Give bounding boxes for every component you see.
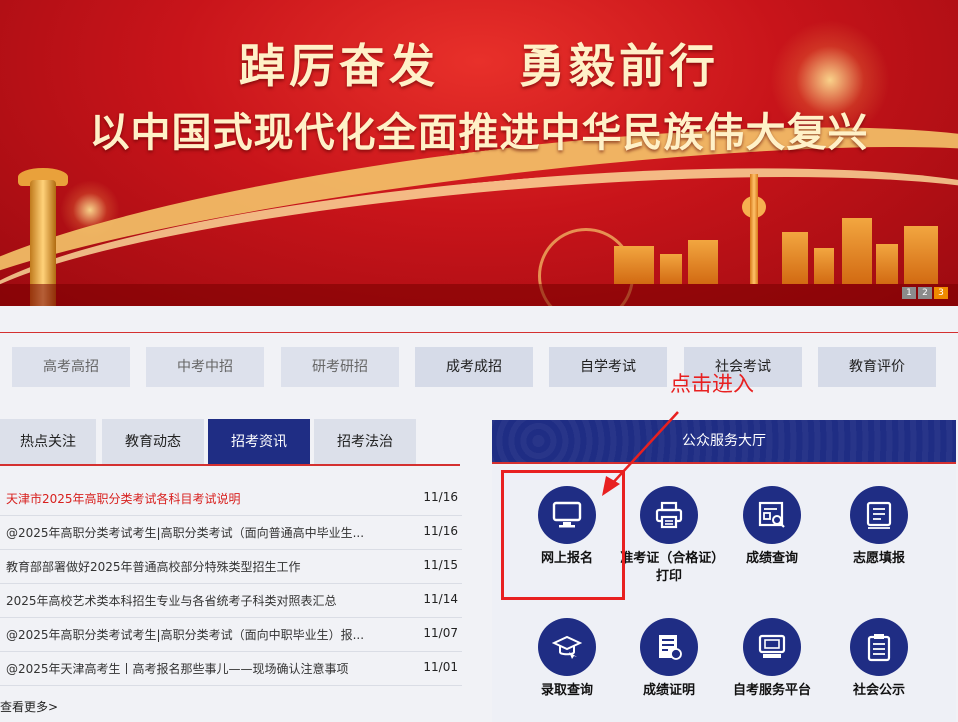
news-item[interactable]: 教育部部署做好2025年普通高校部分特殊类型招生工作 11/15 [0, 550, 462, 584]
banner-slogan-line1: 踔厉奋发 勇毅前行 [238, 39, 720, 93]
news-item[interactable]: @2025年高职分类考试考生|高职分类考试（面向普通高中毕业生... 11/16 [0, 516, 462, 550]
service-label: 志愿填报 [852, 551, 905, 566]
news-date: 11/01 [423, 660, 458, 674]
news-title[interactable]: @2025年天津高考生丨高考报名那些事儿——现场确认注意事项 [6, 660, 396, 677]
score-search-icon [743, 486, 801, 544]
news-title[interactable]: @2025年高职分类考试考生|高职分类考试（面向普通高中毕业生... [6, 524, 396, 541]
hero-banner[interactable]: 踔厉奋发 勇毅前行 以中国式现代化全面推进中华民族伟大复兴 1 2 3 [0, 0, 958, 306]
view-more-link[interactable]: 查看更多> [0, 698, 58, 715]
news-title[interactable]: @2025年高职分类考试考生|高职分类考试（面向中职毕业生）报... [6, 626, 396, 643]
graduation-cap-icon [538, 618, 596, 676]
form-fill-icon [850, 486, 908, 544]
service-label: 成绩查询 [745, 551, 798, 566]
news-item[interactable]: @2025年天津高考生丨高考报名那些事儿——现场确认注意事项 11/01 [0, 652, 462, 686]
service-score-query[interactable]: 成绩查询 [722, 486, 822, 568]
service-label: 自考服务平台 [732, 683, 811, 698]
category-yankao-button[interactable]: 研考研招 [281, 347, 399, 387]
category-pingjia-button[interactable]: 教育评价 [818, 347, 936, 387]
tab-admission-law[interactable]: 招考法治 [314, 419, 416, 465]
news-date: 11/14 [423, 592, 458, 606]
news-date: 11/07 [423, 626, 458, 640]
slide-dot-1[interactable]: 1 [902, 287, 916, 299]
news-date: 11/16 [423, 490, 458, 504]
service-public-notice[interactable]: 社会公示 [829, 618, 929, 700]
tab-education-news[interactable]: 教育动态 [102, 419, 204, 465]
category-chengkao-button[interactable]: 成考成招 [415, 347, 533, 387]
news-title[interactable]: 2025年高校艺术类本科招生专业与各省统考子科类对照表汇总 [6, 592, 396, 609]
certificate-icon [640, 618, 698, 676]
news-item[interactable]: 2025年高校艺术类本科招生专业与各省统考子科类对照表汇总 11/14 [0, 584, 462, 618]
news-date: 11/16 [423, 524, 458, 538]
news-item[interactable]: 天津市2025年高职分类考试各科目考试说明 11/16 [0, 482, 462, 516]
banner-bottom-strip [0, 284, 958, 306]
computer-platform-icon [743, 618, 801, 676]
news-title[interactable]: 天津市2025年高职分类考试各科目考试说明 [6, 490, 396, 507]
slide-dot-3[interactable]: 3 [934, 287, 948, 299]
news-title[interactable]: 教育部部署做好2025年普通高校部分特殊类型招生工作 [6, 558, 396, 575]
page: 踔厉奋发 勇毅前行 以中国式现代化全面推进中华民族伟大复兴 1 2 3 高考高招… [0, 0, 958, 722]
category-zixue-button[interactable]: 自学考试 [549, 347, 667, 387]
news-date: 11/15 [423, 558, 458, 572]
slide-dot-2[interactable]: 2 [918, 287, 932, 299]
service-label: 社会公示 [852, 683, 905, 698]
service-label: 成绩证明 [642, 683, 695, 698]
service-admission-query[interactable]: 录取查询 [517, 618, 617, 700]
clipboard-icon [850, 618, 908, 676]
service-volunteer-filling[interactable]: 志愿填报 [829, 486, 929, 568]
tab-admission-info[interactable]: 招考资讯 [208, 419, 310, 465]
slide-indicator: 1 2 3 [902, 287, 948, 299]
category-zhongkao-button[interactable]: 中考中招 [146, 347, 264, 387]
category-gaokao-button[interactable]: 高考高招 [12, 347, 130, 387]
tab-hot-topics[interactable]: 热点关注 [0, 419, 96, 465]
annotation-arrow-icon [602, 411, 679, 496]
news-item[interactable]: @2025年高职分类考试考生|高职分类考试（面向中职毕业生）报... 11/07 [0, 618, 462, 652]
service-hall-header: 公众服务大厅 [492, 420, 956, 464]
service-label: 录取查询 [540, 683, 593, 698]
service-label: 准考证（合格证）打印 [620, 551, 718, 584]
service-score-certificate[interactable]: 成绩证明 [619, 618, 719, 700]
service-self-exam-platform[interactable]: 自考服务平台 [722, 618, 822, 700]
city-skyline [578, 214, 938, 284]
banner-slogan-line2: 以中国式现代化全面推进中华民族伟大复兴 [89, 110, 869, 156]
divider [0, 332, 958, 333]
tabs-underline [0, 464, 460, 466]
annotation-label: 点击进入 [670, 372, 754, 396]
